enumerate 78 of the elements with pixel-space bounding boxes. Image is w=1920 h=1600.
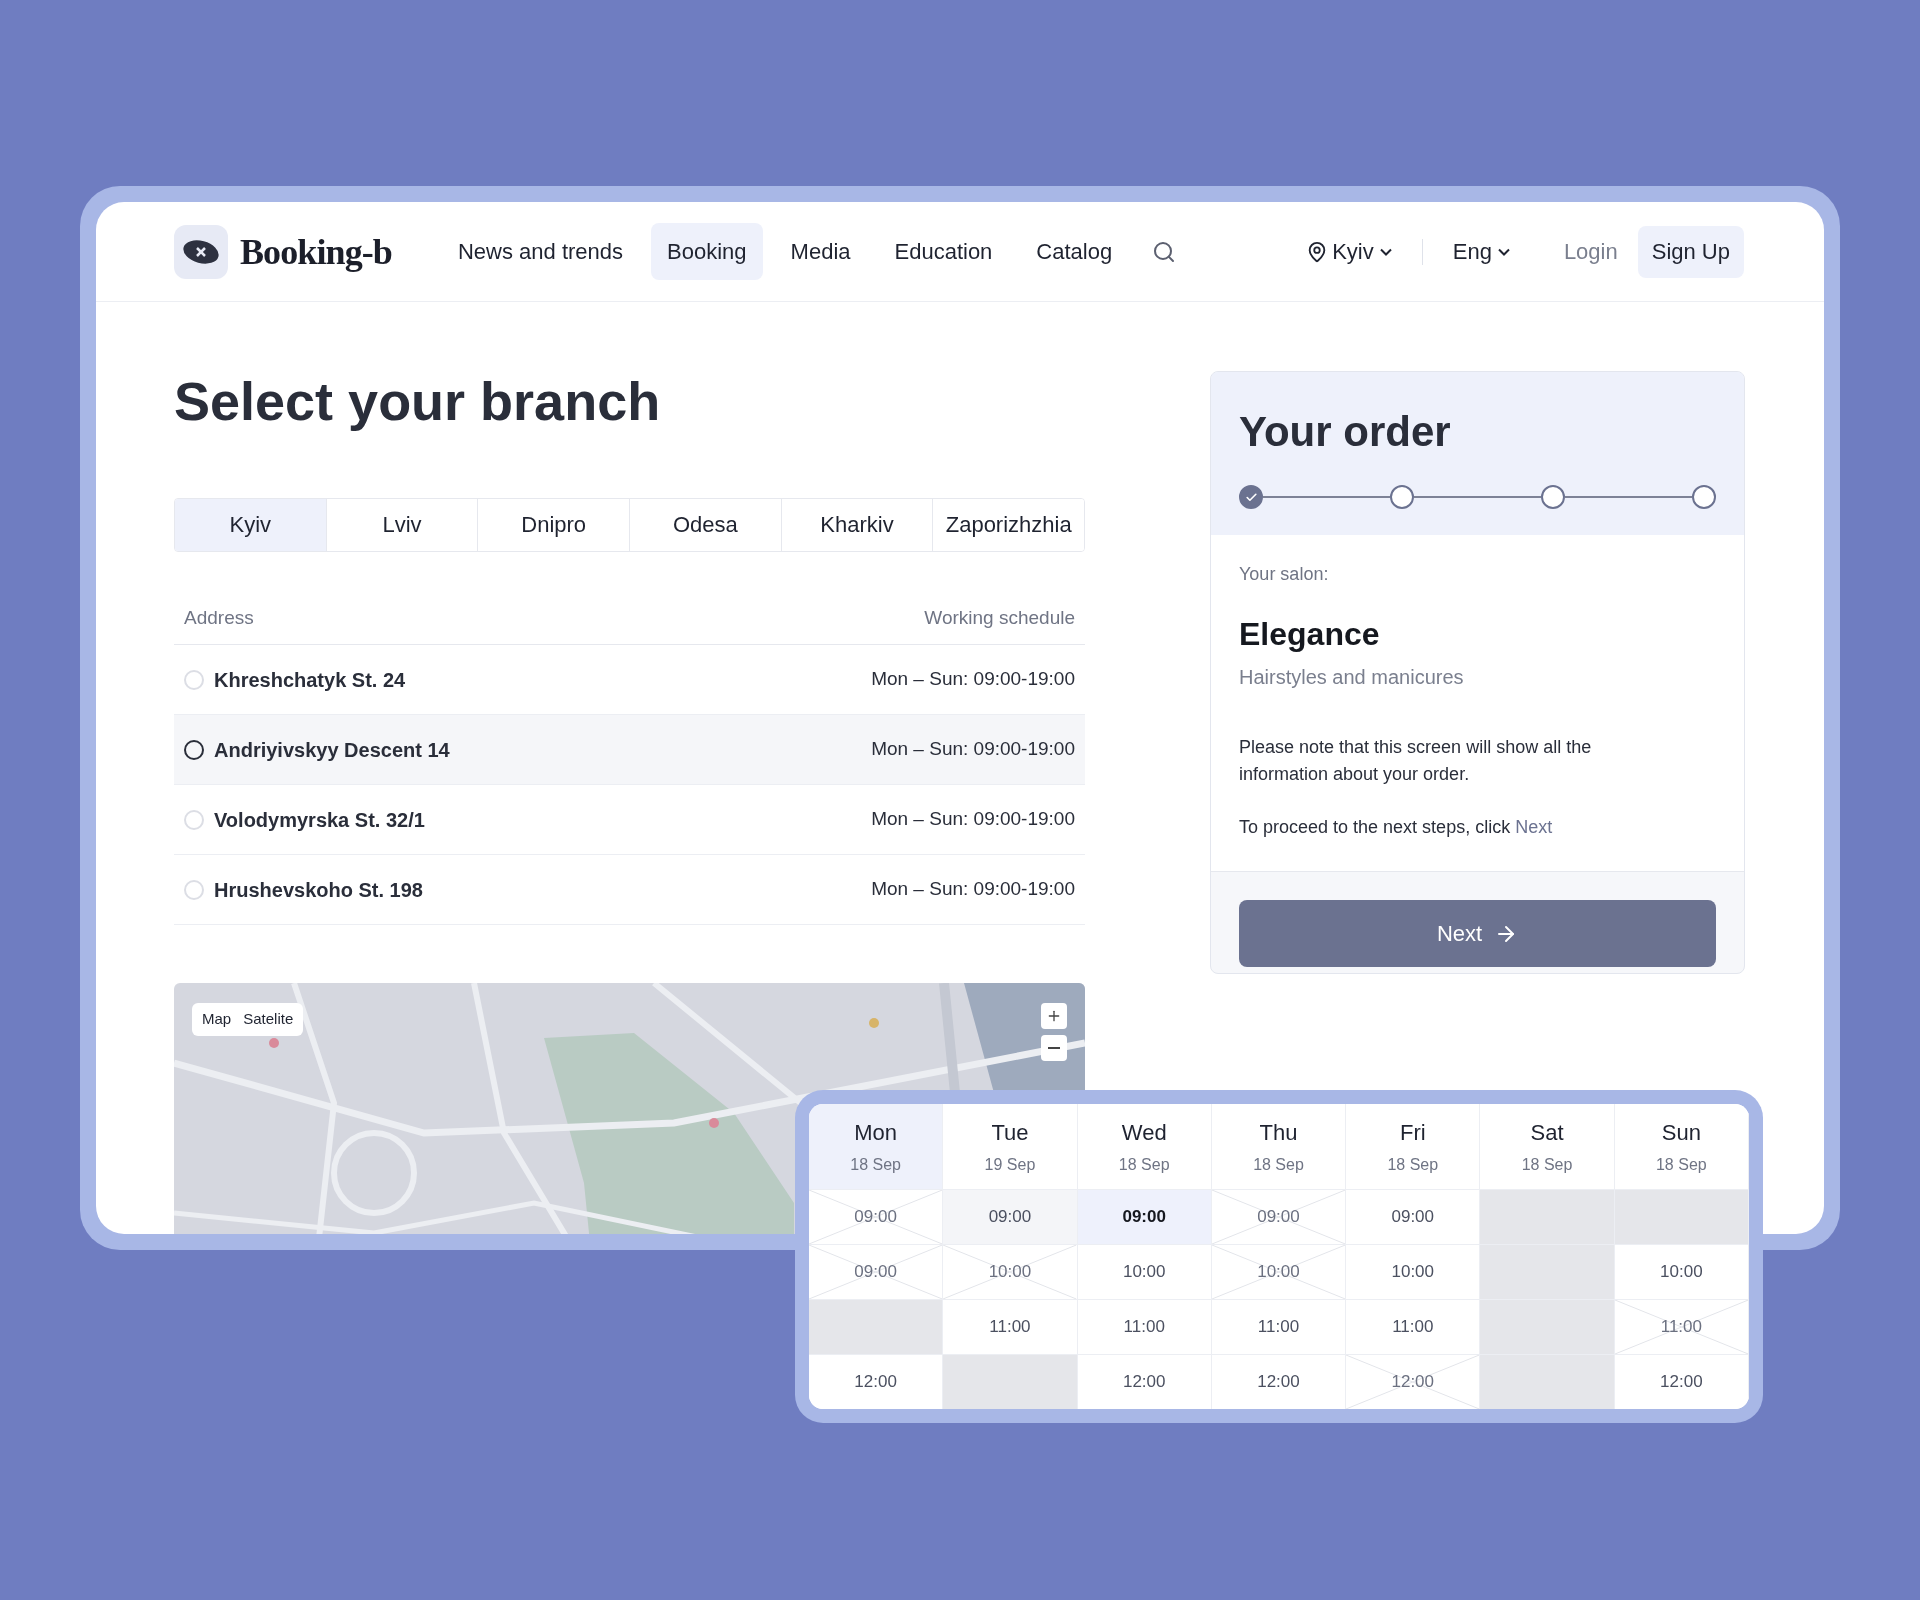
day-name: Sat (1530, 1119, 1564, 1147)
minus-icon (1048, 1047, 1060, 1049)
nav-link[interactable]: Education (878, 223, 1009, 280)
zoom-in-button[interactable] (1041, 1003, 1067, 1029)
radio-button[interactable] (184, 739, 204, 760)
nav-link[interactable]: News and trends (441, 223, 640, 280)
login-link[interactable]: Login (1563, 235, 1618, 268)
time-slot[interactable]: 10:00 (1614, 1244, 1749, 1299)
city-tab[interactable]: Kyiv (175, 498, 327, 551)
branch-schedule: Mon – Sun: 09:00-19:00 (871, 877, 1075, 902)
time-slot[interactable]: 09:00 (1211, 1189, 1347, 1244)
branch-address: Andriyivskyy Descent 14 (214, 737, 450, 763)
map-mode-button[interactable]: Satelite (243, 1008, 294, 1031)
chevron-down-icon (1379, 247, 1392, 256)
time-slot[interactable]: 11:00 (1077, 1299, 1212, 1354)
language-selector[interactable]: Eng (1452, 235, 1510, 268)
day-date: 18 Sep (1655, 1155, 1707, 1175)
next-link[interactable]: Next (1515, 817, 1553, 837)
time-slot[interactable]: 12:00 (1211, 1354, 1347, 1409)
day-date: 18 Sep (1521, 1155, 1573, 1175)
branch-address: Khreshchatyk St. 24 (214, 667, 406, 693)
salon-label: Your salon: (1239, 563, 1330, 586)
day-date: 18 Sep (1118, 1155, 1170, 1175)
branch-address: Hrushevskoho St. 198 (214, 877, 423, 903)
sign-up-button[interactable]: Sign Up (1637, 225, 1744, 278)
time-slot[interactable]: 10:00 (1211, 1244, 1347, 1299)
next-button[interactable]: Next (1239, 900, 1716, 967)
plus-icon (1046, 1008, 1062, 1024)
time-slot[interactable]: 11:00 (1614, 1299, 1749, 1354)
day-date: 18 Sep (1253, 1155, 1304, 1175)
page-title: Select your branch (174, 370, 662, 433)
time-slot[interactable]: 12:00 (1614, 1354, 1749, 1409)
time-slot[interactable]: 12:00 (1346, 1354, 1481, 1409)
time-slot[interactable]: 10:00 (1346, 1244, 1481, 1299)
zoom-out-button[interactable] (1041, 1035, 1067, 1061)
time-slot[interactable]: 11:00 (943, 1299, 1078, 1354)
day-name: Thu (1259, 1119, 1298, 1147)
nav-link[interactable]: Booking (651, 223, 763, 280)
salon-description: Hairstyles and manicures (1239, 665, 1465, 690)
day-date: 18 Sep (850, 1155, 901, 1175)
logo-text: Booking-b (240, 230, 392, 274)
time-slot[interactable]: 09:00 (809, 1244, 944, 1299)
nav-link[interactable]: Media (774, 223, 867, 280)
column-header: Address (184, 605, 254, 630)
branch-address: Volodymyrska St. 32/1 (214, 807, 425, 833)
time-slot[interactable]: 09:00 (943, 1189, 1078, 1244)
salon-name: Elegance (1239, 615, 1381, 654)
branch-schedule: Mon – Sun: 09:00-19:00 (871, 667, 1075, 692)
time-slot[interactable]: 09:00 (1077, 1189, 1212, 1244)
day-date: 18 Sep (1387, 1155, 1439, 1175)
time-slot[interactable]: 10:00 (943, 1244, 1078, 1299)
city-selector[interactable]: Kyiv (1306, 235, 1392, 268)
time-slot[interactable]: 11:00 (1211, 1299, 1347, 1354)
logo-icon (174, 224, 228, 279)
search-icon[interactable] (1152, 239, 1177, 264)
branch-schedule: Mon – Sun: 09:00-19:00 (871, 737, 1075, 762)
column-header: Working schedule (924, 605, 1075, 630)
branch-row[interactable]: Andriyivskyy Descent 14 Mon – Sun: 09:00-19:00 (174, 715, 1085, 785)
day-date: 19 Sep (984, 1155, 1036, 1175)
chevron-down-icon (1497, 247, 1510, 256)
day-name: Tue (991, 1119, 1029, 1147)
branch-schedule: Mon – Sun: 09:00-19:00 (871, 807, 1075, 832)
proceed-hint: To proceed to the next steps, click Next (1239, 816, 1554, 839)
time-slot[interactable]: 09:00 (809, 1189, 944, 1244)
day-name: Fri (1399, 1119, 1426, 1147)
nav-link[interactable]: Catalog (1020, 223, 1129, 280)
map-mode-button[interactable]: Map (202, 1008, 232, 1031)
check-icon (1244, 490, 1258, 504)
time-slot[interactable]: 09:00 (1346, 1189, 1481, 1244)
day-name: Wed (1121, 1119, 1167, 1147)
time-slot[interactable]: 11:00 (1346, 1299, 1481, 1354)
order-title: Your order (1239, 407, 1452, 457)
day-name: Mon (854, 1119, 898, 1147)
day-name: Sun (1661, 1119, 1701, 1147)
order-note: Please note that this screen will show all the information about your order. (1239, 736, 1593, 786)
time-slot[interactable]: 12:00 (1077, 1354, 1212, 1409)
time-slot[interactable]: 12:00 (809, 1354, 944, 1409)
time-slot[interactable]: 10:00 (1077, 1244, 1212, 1299)
